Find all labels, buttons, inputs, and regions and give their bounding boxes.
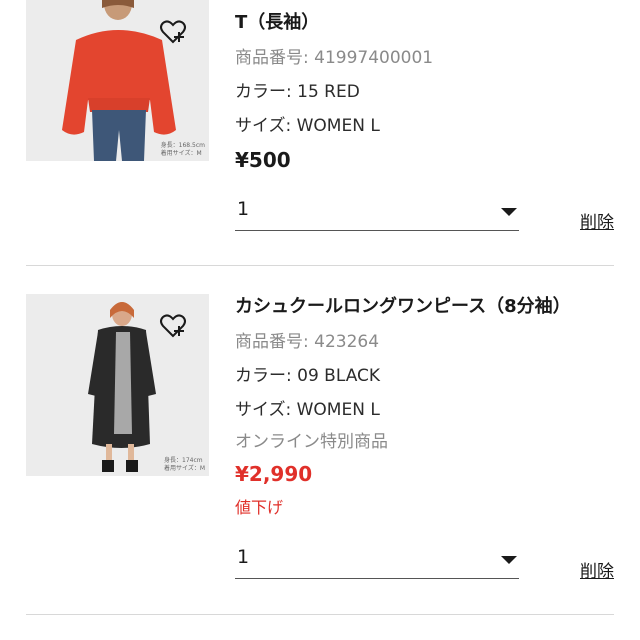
caption-height: 身長：174cm — [164, 457, 203, 464]
product-price: ¥2,990 — [235, 462, 313, 486]
product-name[interactable]: T（長袖） — [235, 12, 620, 34]
heart-plus-icon[interactable] — [159, 18, 187, 46]
product-number: 商品番号: 41997400001 — [235, 48, 434, 68]
product-name[interactable]: カシュクールロングワンピース（8分袖） — [235, 296, 620, 318]
caret-down-icon — [501, 556, 517, 564]
price-reduced-label: 値下げ — [235, 498, 284, 517]
caption-size: 着用サイズ：M — [164, 465, 205, 472]
caption-height: 身長：168.5cm — [160, 142, 205, 149]
caption-size: 着用サイズ：M — [160, 150, 202, 157]
photo-caption: 身長：174cm 着用サイズ：M — [164, 457, 205, 473]
product-size: サイズ: WOMEN L — [235, 400, 380, 420]
divider — [26, 614, 614, 615]
remove-button[interactable]: 削除 — [580, 208, 614, 233]
product-info: カシュクールロングワンピース（8分袖） 商品番号: 423264 カラー: 09… — [235, 296, 620, 518]
product-color: カラー: 09 BLACK — [235, 366, 381, 386]
product-image[interactable]: 身長：168.5cm 着用サイズ：M — [26, 0, 209, 161]
caret-down-icon — [501, 208, 517, 216]
cart-item-1: 身長：168.5cm 着用サイズ：M T（長袖） 商品番号: 419974000… — [0, 0, 640, 265]
product-info: T（長袖） 商品番号: 41997400001 カラー: 15 RED サイズ:… — [235, 12, 620, 172]
cart-item-2: 身長：174cm 着用サイズ：M カシュクールロングワンピース（8分袖） 商品番… — [0, 266, 640, 616]
quantity-select[interactable]: 1 — [235, 198, 519, 231]
product-price: ¥500 — [235, 148, 291, 172]
product-color: カラー: 15 RED — [235, 82, 360, 102]
online-exclusive-label: オンライン特別商品 — [235, 432, 388, 452]
photo-caption: 身長：168.5cm 着用サイズ：M — [161, 142, 205, 158]
quantity-value: 1 — [237, 198, 250, 220]
product-number: 商品番号: 423264 — [235, 332, 380, 352]
product-image[interactable]: 身長：174cm 着用サイズ：M — [26, 294, 209, 476]
quantity-select[interactable]: 1 — [235, 546, 519, 579]
heart-plus-icon[interactable] — [159, 312, 187, 340]
remove-button[interactable]: 削除 — [580, 557, 614, 582]
quantity-value: 1 — [237, 546, 250, 568]
product-size: サイズ: WOMEN L — [235, 116, 380, 136]
